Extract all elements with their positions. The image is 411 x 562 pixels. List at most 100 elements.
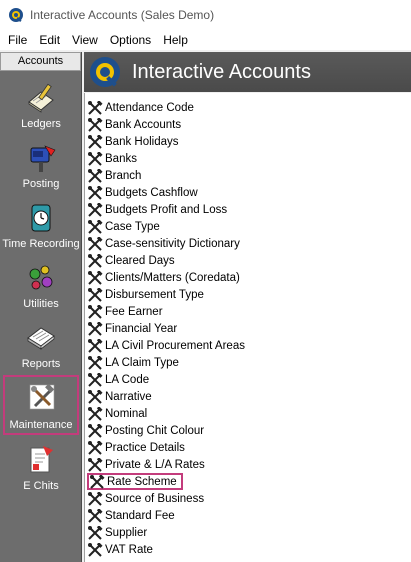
tools-icon	[88, 151, 103, 166]
tools-icon	[88, 355, 103, 370]
list-item-rate-scheme[interactable]: Rate Scheme	[87, 473, 183, 490]
list-item-cleared-days[interactable]: Cleared Days	[87, 252, 175, 269]
tools-icon	[88, 508, 103, 523]
app-logo-icon	[9, 8, 23, 22]
list-item-narrative[interactable]: Narrative	[87, 388, 152, 405]
tools-icon	[88, 406, 103, 421]
tools-icon	[88, 117, 103, 132]
tools-icon	[88, 440, 103, 455]
list-item-private-l-a-rates[interactable]: Private & L/A Rates	[87, 456, 205, 473]
tools-icon	[88, 219, 103, 234]
list-item-label: Standard Fee	[105, 509, 175, 522]
menu-file[interactable]: File	[2, 33, 33, 47]
sidebar-label-posting: Posting	[22, 178, 60, 190]
sidebar-header-accounts[interactable]: Accounts	[0, 52, 81, 71]
list-item-label: Private & L/A Rates	[105, 458, 205, 471]
maintenance-list: Attendance Code Bank Accounts Bank Holiday…	[84, 93, 411, 562]
list-item-disbursement-type[interactable]: Disbursement Type	[87, 286, 204, 303]
list-item-label: Bank Accounts	[105, 118, 182, 131]
list-item-practice-details[interactable]: Practice Details	[87, 439, 185, 456]
list-item-budgets-cashflow[interactable]: Budgets Cashflow	[87, 184, 198, 201]
sidebar-item-reports[interactable]: Reports	[0, 320, 82, 378]
sidebar-item-time-recording[interactable]: Time Recording	[0, 200, 82, 258]
list-item-label: VAT Rate	[105, 543, 153, 556]
list-item-label: Clients/Matters (Coredata)	[105, 271, 240, 284]
sidebar-item-posting[interactable]: Posting	[0, 140, 82, 198]
tools-icon	[29, 383, 55, 410]
list-item-nominal[interactable]: Nominal	[87, 405, 147, 422]
list-item-case-type[interactable]: Case Type	[87, 218, 160, 235]
app-logo-icon	[90, 57, 120, 87]
menu-help[interactable]: Help	[157, 33, 194, 47]
list-item-label: Practice Details	[105, 441, 185, 454]
sidebar-label-utilities: Utilities	[23, 298, 59, 310]
tools-icon	[88, 253, 103, 268]
list-item-la-claim-type[interactable]: LA Claim Type	[87, 354, 179, 371]
sidebar-label-e-chits: E Chits	[23, 480, 59, 492]
echits-icon	[30, 446, 53, 473]
list-item-fee-earner[interactable]: Fee Earner	[87, 303, 163, 320]
tools-icon	[88, 100, 103, 115]
list-item-label: Case-sensitivity Dictionary	[105, 237, 240, 250]
list-item-financial-year[interactable]: Financial Year	[87, 320, 177, 337]
tools-icon	[88, 457, 103, 472]
tools-icon	[88, 304, 103, 319]
list-item-clients-matters-coredata[interactable]: Clients/Matters (Coredata)	[87, 269, 240, 286]
list-item-posting-chit-colour[interactable]: Posting Chit Colour	[87, 422, 204, 439]
list-item-label: Branch	[105, 169, 142, 182]
list-item-label: LA Claim Type	[105, 356, 179, 369]
list-item-standard-fee[interactable]: Standard Fee	[87, 507, 175, 524]
tools-icon	[88, 389, 103, 404]
sidebar-label-maintenance: Maintenance	[9, 419, 73, 431]
tools-icon	[88, 270, 103, 285]
list-item-label: Posting Chit Colour	[105, 424, 205, 437]
sidebar-label-time-recording: Time Recording	[2, 238, 80, 250]
sidebar-label-reports: Reports	[21, 358, 61, 370]
page-title: Interactive Accounts	[132, 60, 311, 83]
utilities-icon	[29, 265, 53, 290]
list-item-attendance-code[interactable]: Attendance Code	[87, 99, 194, 116]
list-item-la-civil-procurement-areas[interactable]: LA Civil Procurement Areas	[87, 337, 245, 354]
tools-icon	[88, 491, 103, 506]
list-item-label: Fee Earner	[105, 305, 163, 318]
list-item-case-sensitivity-dictionary[interactable]: Case-sensitivity Dictionary	[87, 235, 240, 252]
list-item-la-code[interactable]: LA Code	[87, 371, 149, 388]
reports-icon	[27, 327, 55, 350]
list-item-branch[interactable]: Branch	[87, 167, 141, 184]
list-item-banks[interactable]: Banks	[87, 150, 137, 167]
window-title: Interactive Accounts (Sales Demo)	[30, 8, 215, 22]
list-item-label: Cleared Days	[105, 254, 175, 267]
menu-view[interactable]: View	[66, 33, 104, 47]
list-item-label: Banks	[105, 152, 137, 165]
sidebar-item-maintenance[interactable]: Maintenance	[3, 375, 79, 435]
list-item-label: LA Civil Procurement Areas	[105, 339, 245, 352]
tools-icon	[88, 372, 103, 387]
list-item-vat-rate[interactable]: VAT Rate	[87, 541, 153, 558]
sidebar-item-utilities[interactable]: Utilities	[0, 260, 82, 318]
menu-options[interactable]: Options	[104, 33, 157, 47]
list-item-source-of-business[interactable]: Source of Business	[87, 490, 204, 507]
tools-icon	[90, 474, 105, 489]
sidebar-item-e-chits[interactable]: E Chits	[0, 442, 82, 500]
list-item-label: Budgets Profit and Loss	[105, 203, 228, 216]
sidebar: Accounts Ledgers Posting Time Recording	[0, 52, 82, 562]
list-item-label: Source of Business	[105, 492, 205, 505]
sidebar-item-ledgers[interactable]: Ledgers	[0, 80, 82, 138]
list-item-budgets-profit-and-loss[interactable]: Budgets Profit and Loss	[87, 201, 227, 218]
header-banner: Interactive Accounts	[84, 52, 411, 92]
list-item-bank-accounts[interactable]: Bank Accounts	[87, 116, 181, 133]
list-item-bank-holidays[interactable]: Bank Holidays	[87, 133, 179, 150]
list-item-label: Budgets Cashflow	[105, 186, 198, 199]
tools-icon	[88, 423, 103, 438]
list-item-label: Case Type	[105, 220, 160, 233]
clock-icon	[31, 204, 51, 232]
tools-icon	[88, 134, 103, 149]
title-bar: Interactive Accounts (Sales Demo)	[0, 0, 411, 30]
tools-icon	[88, 168, 103, 183]
tools-icon	[88, 542, 103, 557]
ledgers-icon	[28, 83, 54, 113]
tools-icon	[88, 236, 103, 251]
list-item-label: Attendance Code	[105, 101, 194, 114]
menu-edit[interactable]: Edit	[33, 33, 66, 47]
list-item-supplier[interactable]: Supplier	[87, 524, 147, 541]
